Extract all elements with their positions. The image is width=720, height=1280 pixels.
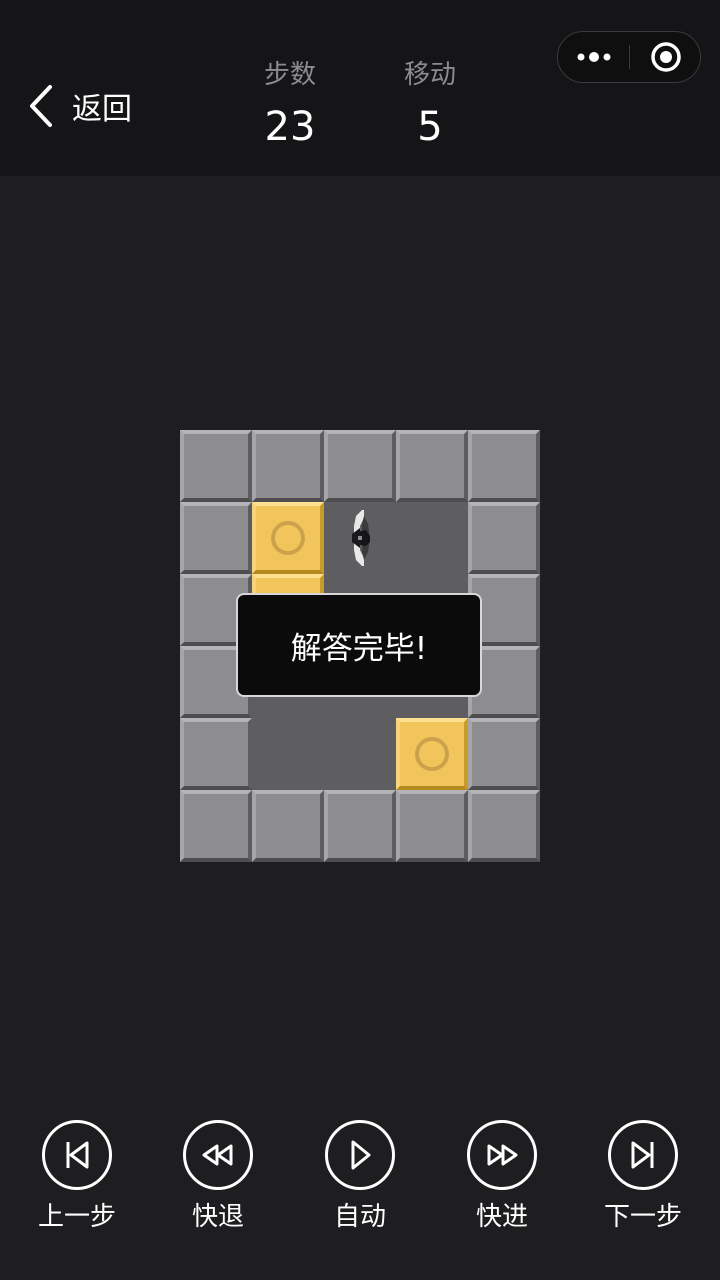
fast-forward-icon: [487, 1144, 518, 1166]
wall-tile: [324, 790, 396, 862]
prev-step-label: 上一步: [37, 1202, 116, 1232]
next-step-circle: [608, 1120, 678, 1190]
skip-back-icon: [66, 1141, 89, 1169]
chevron-left-icon: [30, 85, 52, 127]
more-button[interactable]: [558, 32, 630, 82]
rewind-label: 快退: [191, 1202, 244, 1232]
floor-tile: [324, 718, 396, 790]
wall-tile: [396, 430, 468, 502]
fast-forward-circle: [467, 1120, 537, 1190]
box-on-goal-tile: [396, 718, 468, 790]
wall-tile: [180, 718, 252, 790]
steps-value: 23: [264, 104, 316, 150]
moves-label: 移动: [403, 60, 456, 90]
wall-tile: [180, 430, 252, 502]
wall-tile: [468, 790, 540, 862]
wall-tile: [252, 430, 324, 502]
play-icon: [351, 1140, 371, 1170]
player-floor-tile: [396, 502, 468, 574]
wall-tile: [324, 430, 396, 502]
goal-ring-icon: [271, 521, 305, 555]
prev-step-circle: [42, 1120, 112, 1190]
moves-value: 5: [417, 104, 443, 150]
prev-step-button[interactable]: 上一步: [22, 1120, 132, 1234]
rewind-circle: [183, 1120, 253, 1190]
box-on-goal-tile: [252, 502, 324, 574]
wall-tile: [252, 790, 324, 862]
next-step-button[interactable]: 下一步: [588, 1120, 698, 1234]
close-button[interactable]: [630, 32, 702, 82]
fast-forward-label: 快进: [475, 1202, 528, 1232]
wall-tile: [396, 790, 468, 862]
auto-play-button[interactable]: 自动: [305, 1120, 415, 1234]
auto-play-circle: [325, 1120, 395, 1190]
rewind-button[interactable]: 快退: [163, 1120, 273, 1234]
steps-stat: 步数 23: [230, 58, 350, 154]
playback-controls: 上一步 快退 自动 快进 下一步: [0, 1120, 720, 1250]
wall-tile: [468, 502, 540, 574]
goal-ring-icon: [415, 737, 449, 771]
wall-tile: [468, 718, 540, 790]
steps-label: 步数: [263, 60, 316, 90]
wall-tile: [180, 502, 252, 574]
moves-stat: 移动 5: [370, 58, 490, 154]
wall-tile: [468, 430, 540, 502]
target-close-icon: [651, 42, 681, 72]
back-button[interactable]: 返回: [28, 82, 132, 130]
fast-forward-button[interactable]: 快进: [447, 1120, 557, 1234]
solution-complete-toast: 解答完毕!: [236, 593, 482, 697]
top-bar: 返回 步数 23 移动 5: [0, 0, 720, 176]
next-step-label: 下一步: [603, 1202, 682, 1232]
floor-tile: [252, 718, 324, 790]
wall-tile: [180, 790, 252, 862]
auto-play-label: 自动: [333, 1202, 386, 1232]
back-label: 返回: [72, 92, 132, 127]
more-dots-icon: [577, 52, 611, 62]
rewind-icon: [202, 1144, 233, 1166]
miniprogram-capsule: [557, 31, 701, 83]
skip-forward-icon: [631, 1141, 654, 1169]
player-icon[interactable]: [342, 506, 378, 570]
